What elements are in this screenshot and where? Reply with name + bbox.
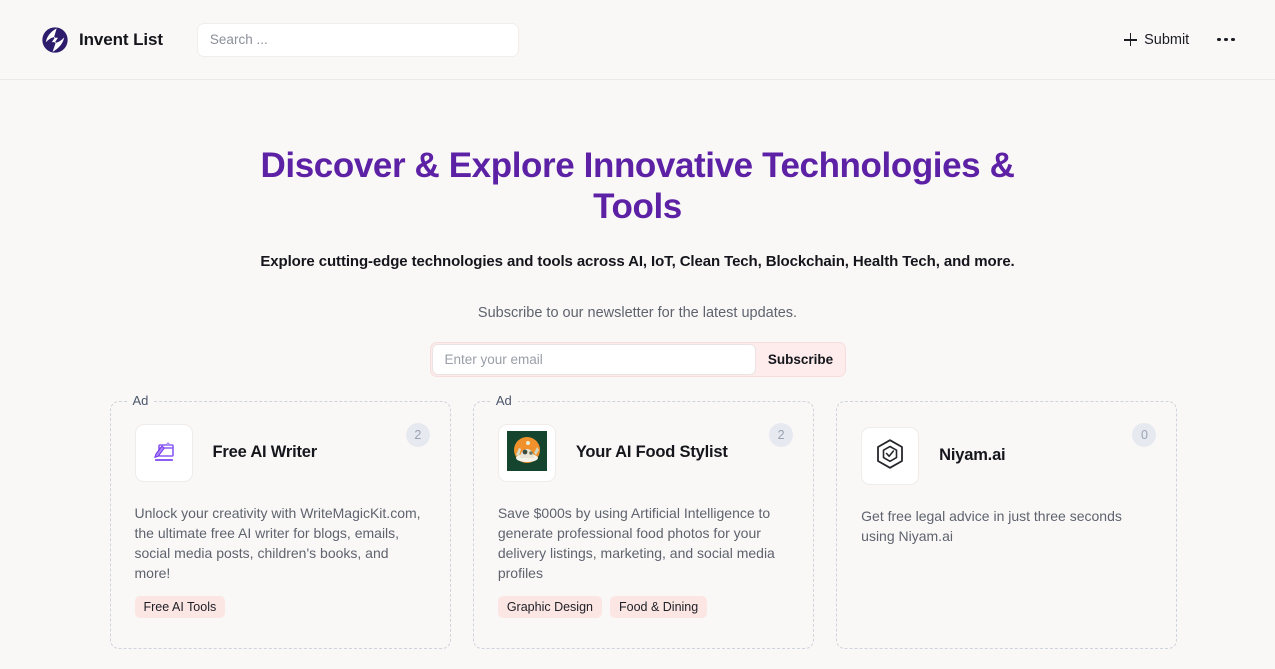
more-options-button[interactable] — [1213, 30, 1239, 50]
search-container — [196, 22, 519, 57]
listing-description: Save $000s by using Artificial Intellige… — [497, 505, 775, 582]
page-title: Discover & Explore Innovative Technologi… — [260, 146, 1015, 226]
listing-icon-tile — [497, 424, 556, 483]
brand-logo[interactable]: Invent List — [40, 25, 163, 55]
upvote-count-badge[interactable]: 2 — [405, 423, 430, 448]
listing-tags: Free AI Tools — [134, 596, 426, 619]
upvote-count-badge[interactable]: 2 — [769, 423, 794, 448]
listing-icon-tile — [134, 424, 193, 483]
writemagickit-logo-icon — [146, 433, 182, 474]
listing-card[interactable]: Ad 2 Free AI Writer Unlock your creativi… — [109, 393, 451, 650]
subscribe-button[interactable]: Subscribe — [757, 343, 845, 376]
listing-card[interactable]: 0 Niyam.ai Get free legal advice in just… — [836, 401, 1178, 650]
hero-section: Discover & Explore Innovative Technologi… — [0, 80, 1275, 378]
listing-description: Unlock your creativity with WriteMagicKi… — [134, 505, 421, 582]
bolt-badge-icon — [40, 25, 70, 55]
ad-label: Ad — [489, 393, 518, 409]
listing-description: Get free legal advice in just three seco… — [861, 508, 1122, 545]
ad-label: Ad — [126, 393, 155, 409]
ellipsis-icon — [1217, 37, 1221, 42]
newsletter-note: Subscribe to our newsletter for the late… — [477, 305, 798, 322]
listing-title: Your AI Food Stylist — [575, 443, 728, 462]
plus-icon — [1124, 33, 1138, 46]
email-field[interactable] — [431, 344, 756, 376]
hexagon-niyam-icon — [873, 437, 907, 476]
tag-chip[interactable]: Food & Dining — [609, 596, 708, 619]
ellipsis-icon — [1231, 37, 1235, 42]
card-slot: 0 Niyam.ai Get free legal advice in just… — [836, 401, 1178, 650]
listing-cards: Ad 2 Free AI Writer Unlock your creativi… — [98, 393, 1178, 650]
site-header: Invent List Submit — [0, 0, 1275, 80]
submit-button[interactable]: Submit — [1122, 28, 1191, 52]
card-header: Free AI Writer — [134, 424, 426, 483]
card-header: Your AI Food Stylist — [497, 424, 789, 483]
brand-name: Invent List — [79, 29, 163, 49]
listing-title: Niyam.ai — [939, 446, 1006, 465]
submit-button-label: Submit — [1144, 31, 1190, 48]
newsletter-form: Subscribe — [429, 342, 846, 378]
listing-card[interactable]: Ad 2 Your AI Food Stylist Save $000s by … — [472, 393, 815, 650]
listing-title: Free AI Writer — [212, 443, 318, 462]
food-photo-icon — [506, 430, 547, 476]
listing-icon-tile — [861, 427, 920, 486]
tag-chip[interactable]: Graphic Design — [497, 596, 602, 619]
tag-chip[interactable]: Free AI Tools — [134, 596, 226, 619]
hero-subtitle: Explore cutting-edge technologies and to… — [260, 253, 1015, 271]
card-slot: Ad 2 Your AI Food Stylist Save $000s by … — [472, 393, 815, 650]
header-actions: Submit — [1122, 28, 1239, 52]
search-input[interactable] — [196, 22, 519, 57]
upvote-count-badge[interactable]: 0 — [1132, 423, 1157, 448]
ellipsis-icon — [1224, 37, 1228, 42]
card-slot: Ad 2 Free AI Writer Unlock your creativi… — [109, 393, 451, 650]
listing-tags: Graphic Design Food & Dining — [497, 596, 789, 619]
card-header: Niyam.ai — [861, 427, 1152, 486]
